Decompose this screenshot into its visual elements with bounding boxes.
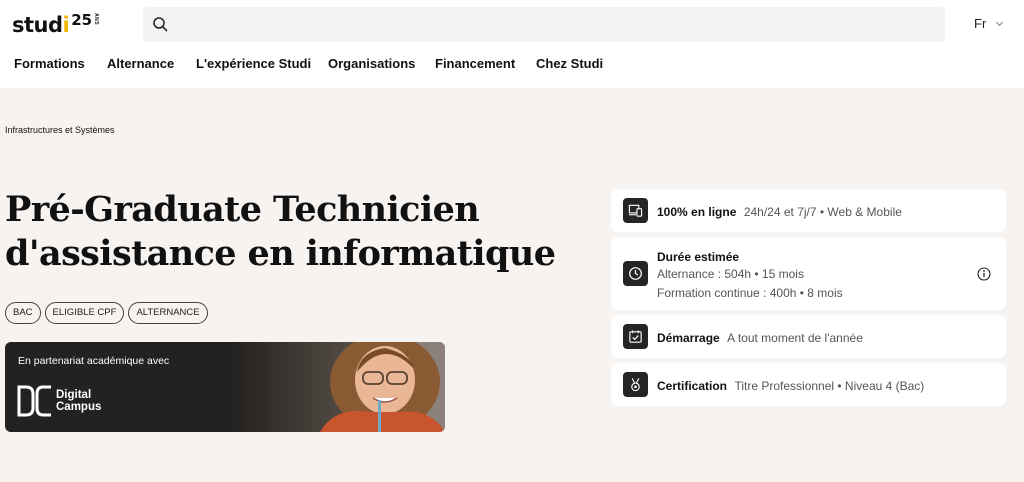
language-label: Fr: [974, 16, 987, 31]
title-line-2: d'assistance en informatique: [5, 233, 556, 274]
nav-item-alternance[interactable]: Alternance: [107, 56, 174, 71]
digital-campus-logo: Digital Campus: [17, 385, 101, 417]
partner-name-line-1: Digital: [56, 389, 92, 401]
online-label: 100% en ligne: [657, 205, 737, 219]
title-line-1: Pré-Graduate Technicien: [5, 189, 480, 230]
page-title: Pré-Graduate Technicien d'assistance en …: [5, 188, 585, 276]
anniversary-badge: 25 ANS: [71, 13, 99, 28]
digital-campus-mark: [17, 385, 51, 417]
tag-eligible-cpf: ELIGIBLE CPF: [44, 302, 125, 324]
nav-item-chez-studi[interactable]: Chez Studi: [536, 56, 603, 71]
nav-item-formations[interactable]: Formations: [14, 56, 85, 71]
logo-word: stud: [12, 13, 63, 37]
tag-alternance: ALTERNANCE: [128, 302, 208, 324]
start-value: A tout moment de l'année: [727, 331, 863, 345]
tag-list: BAC ELIGIBLE CPF ALTERNANCE: [5, 302, 208, 324]
clock-icon: [623, 261, 648, 286]
certification-label: Certification: [657, 379, 728, 393]
hero-section: Infrastructures et Systèmes Pré-Graduate…: [0, 88, 1024, 482]
partner-banner: En partenariat académique avec Digital C…: [5, 342, 445, 432]
calendar-check-icon: [623, 324, 648, 349]
info-card-online: 100% en ligne 24h/24 et 7j/7 • Web & Mob…: [611, 189, 1006, 232]
language-selector[interactable]: Fr: [974, 16, 1004, 31]
partner-name-line-2: Campus: [56, 401, 102, 413]
certification-value: Titre Professionnel • Niveau 4 (Bac): [734, 379, 925, 393]
duration-label: Durée estimée: [657, 250, 740, 264]
info-card-certification: Certification Titre Professionnel • Nive…: [611, 363, 1006, 406]
medal-icon: [623, 372, 648, 397]
nav-item-experience[interactable]: L'expérience Studi: [196, 56, 311, 71]
tag-bac: BAC: [5, 302, 41, 324]
duration-alternance: Alternance : 504h • 15 mois: [657, 267, 804, 281]
chevron-down-icon: [996, 21, 1004, 27]
logo-word-i: i: [62, 13, 70, 37]
studi-logo[interactable]: studi 25 ANS: [12, 13, 99, 38]
devices-icon: [623, 198, 648, 223]
search-icon: [153, 17, 168, 32]
info-card-start: Démarrage A tout moment de l'année: [611, 315, 1006, 358]
anniversary-number: 25: [71, 11, 93, 29]
search-bar[interactable]: [143, 7, 945, 42]
start-label: Démarrage: [657, 331, 720, 345]
info-card-duration: Durée estimée Alternance : 504h • 15 moi…: [611, 237, 1006, 310]
online-value: 24h/24 et 7j/7 • Web & Mobile: [743, 205, 902, 219]
partner-text: En partenariat académique avec: [18, 355, 170, 367]
nav-item-financement[interactable]: Financement: [435, 56, 515, 71]
breadcrumb[interactable]: Infrastructures et Systèmes: [5, 125, 115, 135]
info-icon[interactable]: [977, 267, 991, 281]
student-photo: [235, 342, 445, 432]
site-header: studi 25 ANS Fr Formations Alternance L'…: [0, 0, 1024, 88]
duration-continue: Formation continue : 400h • 8 mois: [657, 286, 843, 300]
nav-item-organisations[interactable]: Organisations: [328, 56, 415, 71]
anniversary-unit: ANS: [93, 13, 100, 26]
